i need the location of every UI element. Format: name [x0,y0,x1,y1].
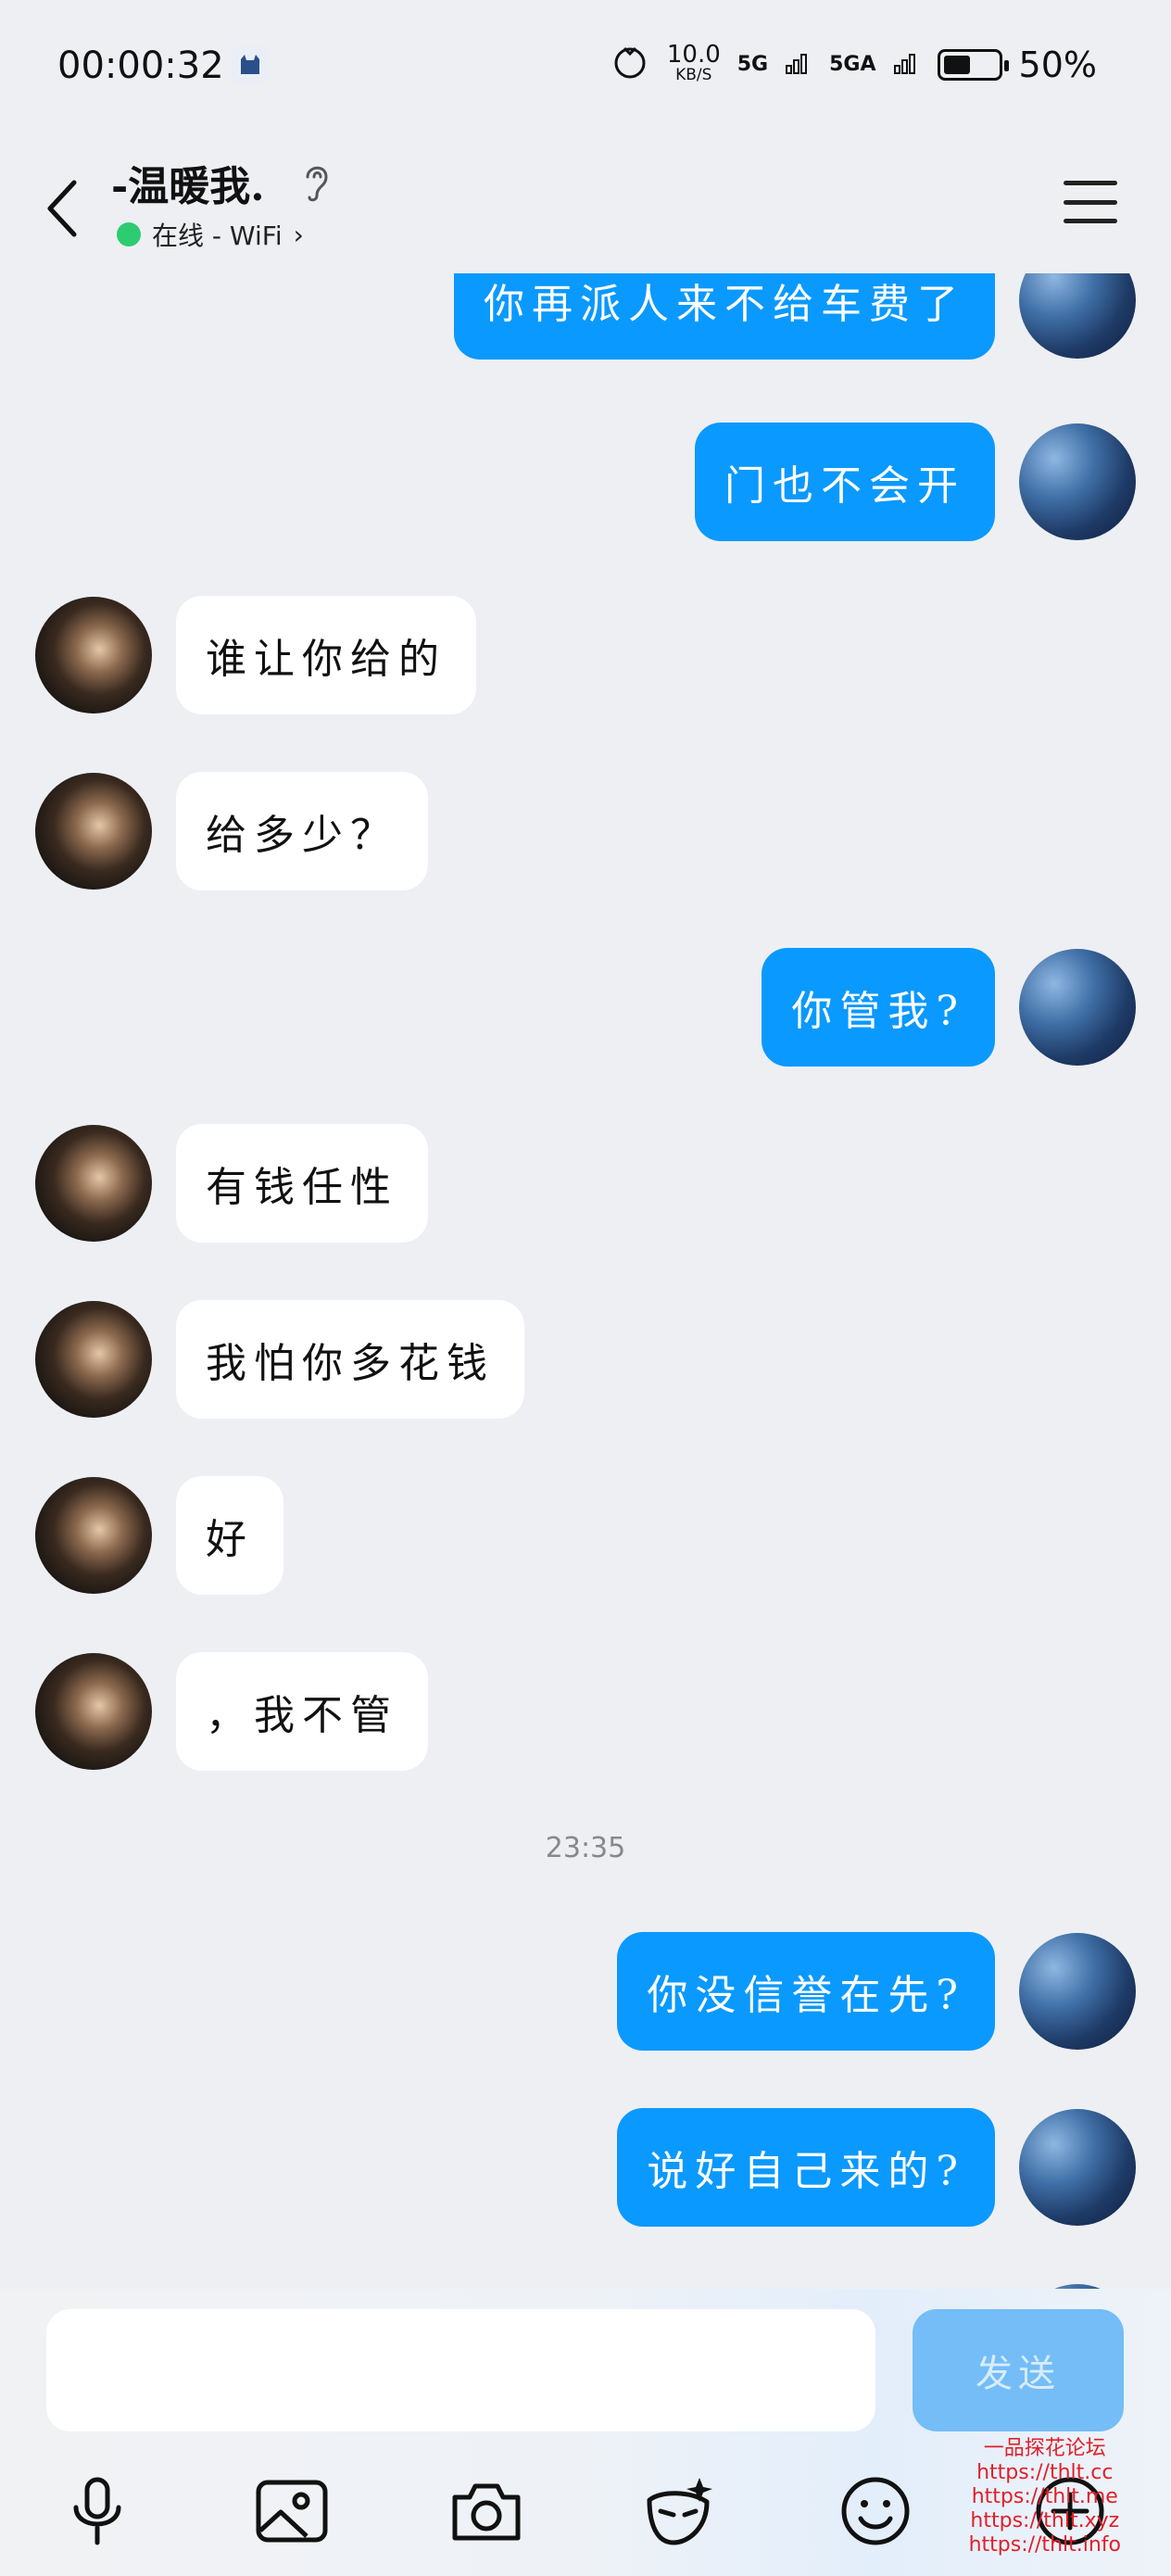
message-bubble[interactable]: 门也不会开 [695,423,995,541]
image-icon[interactable] [246,2465,338,2557]
send-button[interactable]: 发送 [913,2309,1124,2431]
message-bubble[interactable]: 谁让你给的 [176,596,476,714]
message-sent: 门也不会开 [695,423,1136,541]
battery-icon [937,48,1009,81]
message-received: 给多少？ [35,772,428,890]
contact-avatar[interactable] [35,597,152,713]
message-bubble[interactable]: 说好自己来的? [617,2108,995,2227]
message-received: 谁让你给的 [35,596,476,714]
contact-avatar[interactable] [35,1301,152,1418]
signal-5ga-icon: 5GA [829,53,876,76]
message-sent: 说好自己来的? [617,2108,1136,2227]
my-avatar[interactable] [1019,1933,1136,2050]
message-list[interactable]: 你再派人来不给车费了 门也不会开 谁让你给的 给多少？ 你管我? 有钱任性 我怕… [0,273,1171,2289]
message-bubble[interactable]: 你管我? [762,948,995,1067]
network-speed: 10.0 KB/S [666,40,721,84]
contact-name[interactable]: -温暖我. [111,153,265,212]
alarm-icon [610,41,650,88]
clock: 00:00:32 [57,44,224,87]
message-sent: 你管我? [762,948,1136,1067]
camera-icon[interactable] [440,2465,533,2557]
battery-percent: 50% [1018,44,1097,85]
app-notification-icon [232,46,269,83]
message-bubble[interactable]: ，我不管 [176,1652,428,1771]
contact-avatar[interactable] [35,773,152,890]
signal-bars-icon [785,47,812,82]
message-bubble[interactable]: 给多少？ [176,772,428,890]
message-bubble[interactable]: 我怕你多花钱 [176,1300,524,1419]
message-input[interactable] [46,2309,875,2431]
menu-button[interactable] [1064,181,1117,223]
contact-avatar[interactable] [35,1653,152,1770]
contact-avatar[interactable] [35,1477,152,1594]
message-timestamp: 23:35 [545,1832,626,1864]
my-avatar[interactable] [1019,273,1136,359]
watermark: 一品探花论坛 https://thlt.cc https://thlt.me h… [968,2437,1121,2557]
mask-emoji-icon[interactable] [635,2465,727,2557]
message-bubble[interactable]: 你再派人来不给车费了 [454,273,995,360]
message-sent: 你没信誉在先? [617,1932,1136,2051]
back-button[interactable] [37,171,93,246]
message-sent: 你再派人来不给车费了 [454,273,1136,360]
my-avatar[interactable] [1019,423,1136,540]
chat-header: -温暖我. 在线 - WiFi › [0,134,1171,273]
online-dot-icon [117,222,141,246]
my-avatar[interactable] [1019,949,1136,1066]
message-received: 我怕你多花钱 [35,1300,524,1419]
smiley-icon[interactable] [829,2465,922,2557]
microphone-icon[interactable] [51,2465,144,2557]
message-bubble[interactable]: 你没信誉在先? [617,1932,995,2051]
message-bubble[interactable]: 好 [176,1476,283,1595]
my-avatar[interactable] [1019,2109,1136,2226]
signal-5g-icon: 5G [737,53,769,76]
message-received: 有钱任性 [35,1124,428,1243]
message-received: ，我不管 [35,1652,428,1771]
chevron-right-icon: › [293,219,304,250]
status-bar: 00:00:32 10.0 KB/S 5G 5GA 50% [0,0,1171,134]
online-status[interactable]: 在线 - WiFi › [117,216,304,253]
message-received: 好 [35,1476,283,1595]
chevron-left-icon [47,180,77,237]
contact-avatar[interactable] [35,1125,152,1242]
message-bubble[interactable]: 有钱任性 [176,1124,428,1243]
signal-bars-icon [893,47,921,82]
ear-icon[interactable] [298,160,335,214]
